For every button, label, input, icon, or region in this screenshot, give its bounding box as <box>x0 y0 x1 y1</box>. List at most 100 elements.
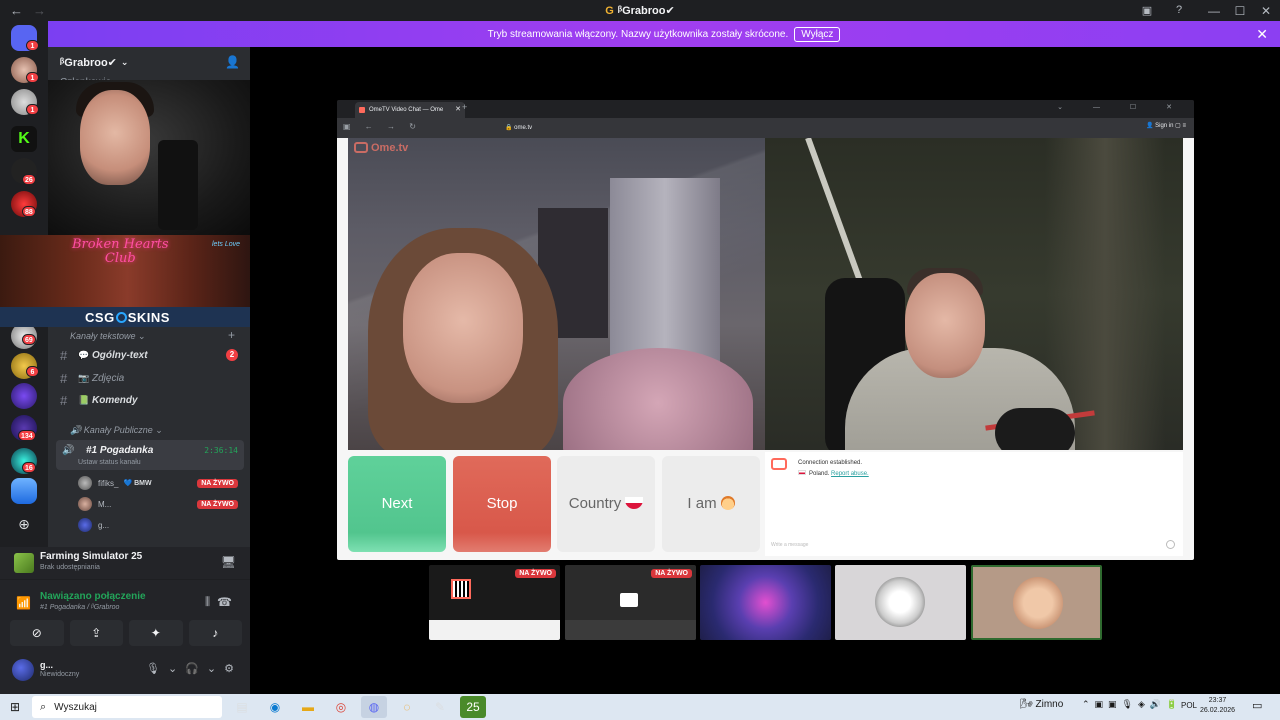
close-icon[interactable]: ✕ <box>1256 26 1268 43</box>
history-nav: ← → <box>10 3 46 18</box>
soundboard-button[interactable]: ♪ <box>188 620 242 646</box>
unread-badge: 1 <box>26 104 39 115</box>
inbox-icon[interactable]: ▣ <box>1138 4 1156 18</box>
voice-user[interactable]: fifiks_ 💙 BMW NA ŻYWO <box>78 474 244 492</box>
close-tab-icon[interactable]: ✕ <box>455 102 461 118</box>
voice-location[interactable]: #1 Pogadanka / ᵝGrabroo <box>40 604 119 611</box>
voice-channel-pogadanka[interactable]: 🔊 #1 Pogadanka 2:36:14 Ustaw status kana… <box>56 440 244 470</box>
activities-button[interactable]: ✦ <box>129 620 183 646</box>
soundboard-icon[interactable]: ⫼ <box>205 596 210 609</box>
screen-share-button[interactable]: ⇪ <box>69 620 123 646</box>
server-icon[interactable] <box>11 383 37 409</box>
pillow <box>563 348 753 450</box>
url-field[interactable]: 🔒 ome.tv <box>457 122 1017 134</box>
voice-channel-name: #1 Pogadanka <box>86 445 154 456</box>
user-name[interactable]: g... <box>40 660 53 670</box>
participant-tile[interactable] <box>835 565 966 640</box>
next-button[interactable]: Next <box>348 456 446 552</box>
country-button[interactable]: Country <box>557 456 655 552</box>
notification-icon[interactable]: ▭ <box>1252 699 1262 712</box>
camera-off-button[interactable]: ⊘ <box>10 620 64 646</box>
weather-widget[interactable]: 🌬 Zimno <box>1020 699 1063 710</box>
server-icon[interactable]: K <box>11 126 37 152</box>
user-panel: g... Niewidoczny 🎙 ⌄ 🎧 ⌄ ⚙ <box>0 651 250 694</box>
emoji-icon[interactable] <box>1166 540 1175 549</box>
participant-tile[interactable] <box>971 565 1102 640</box>
language-indicator[interactable]: POL <box>1181 701 1197 710</box>
browser-sign-in[interactable]: 👤 Sign in ▢ ≡ <box>1146 122 1186 129</box>
browser-tab-strip: OmeTV Video Chat — Ome ✕ + ⌄ — ☐ ✕ <box>337 100 1194 118</box>
gender-button[interactable]: I am <box>662 456 760 552</box>
category-text-channels[interactable]: Kanały tekstowe ⌄ + <box>70 328 235 342</box>
disconnect-icon[interactable]: ☎ <box>217 595 232 609</box>
gender-label: I am <box>687 495 717 512</box>
edge-icon[interactable]: ◉ <box>262 696 288 718</box>
report-abuse-link[interactable]: Report abuse. <box>831 471 869 477</box>
channel-ogolny-text[interactable]: # 💬 Ogólny-text 2 <box>56 345 244 365</box>
browser-address-bar: ▣ ← → ↻ 🔒 ome.tv 👤 Sign in ▢ ≡ <box>337 118 1194 138</box>
ometv-logo: Ome.tv <box>354 142 408 154</box>
server-header[interactable]: ᵝGrabroo✔ ⌄ 👤 <box>48 47 250 77</box>
streamer-mode-banner: Tryb streamowania włączony. Nazwy użytko… <box>48 21 1280 47</box>
farming-simulator-icon[interactable]: 25 <box>460 696 486 718</box>
channel-status-input[interactable]: Ustaw status kanału <box>78 459 141 466</box>
chrome-icon[interactable]: ◎ <box>328 696 354 718</box>
file-explorer-icon[interactable]: ▬ <box>295 696 321 718</box>
app-icon[interactable]: ◌ <box>394 696 420 718</box>
share-screen-icon[interactable]: 🖥 <box>221 555 236 569</box>
category-public-channels[interactable]: 🔊 Kanały Publiczne ⌄ <box>70 425 163 436</box>
channel-komendy[interactable]: # 📗 Komendy <box>56 390 244 410</box>
invite-icon[interactable]: 👤 <box>225 55 240 69</box>
stop-button[interactable]: Stop <box>453 456 551 552</box>
voice-user-name: M... <box>98 499 112 509</box>
chevron-down-icon[interactable]: ⌄ <box>207 662 216 675</box>
server-icon[interactable] <box>11 478 37 504</box>
stranger-video: Ome.tv <box>348 138 765 450</box>
headphones-icon[interactable]: 🎧 <box>185 662 199 675</box>
voice-action-buttons: ⊘ ⇪ ✦ ♪ <box>10 620 242 646</box>
avatar <box>78 476 92 490</box>
user-tag-text: BMW <box>134 480 152 487</box>
forward-arrow-icon[interactable]: → <box>33 3 46 18</box>
add-server-icon[interactable]: ⊕ <box>16 516 32 532</box>
country-label: Country <box>568 495 622 512</box>
avatar <box>78 497 92 511</box>
browser-tab[interactable]: OmeTV Video Chat — Ome ✕ <box>355 102 465 118</box>
taskbar-search[interactable]: ⌕ Wyszukaj <box>32 696 222 718</box>
neon-line2: Club <box>104 251 136 266</box>
minimize-button[interactable]: — <box>1202 4 1226 18</box>
logo-text: Ome.tv <box>371 142 409 154</box>
camera-icon: 📷 <box>78 372 90 383</box>
windows-start-icon[interactable]: ⊞ <box>0 700 30 714</box>
close-window-button[interactable]: ✕ <box>1254 4 1278 18</box>
participant-tile[interactable] <box>700 565 831 640</box>
help-icon[interactable]: ? <box>1170 4 1188 18</box>
browser-nav-icons[interactable]: ▣ ← → ↻ <box>343 122 422 131</box>
discord-icon[interactable]: ◍ <box>361 696 387 718</box>
add-channel-icon[interactable]: + <box>228 328 235 342</box>
voice-user[interactable]: g... <box>78 516 244 534</box>
notepad-icon[interactable]: ✎ <box>427 696 453 718</box>
stream-thumbnail[interactable]: NA ŻYWO <box>565 565 696 640</box>
avatar[interactable] <box>12 659 34 681</box>
system-tray-icons[interactable]: ⌃▣▣🎙◈🔊🔋 <box>1082 699 1182 710</box>
channel-zdjecia[interactable]: # 📷 Zdjęcia <box>56 368 244 388</box>
disable-streamer-mode-button[interactable]: Wyłącz <box>794 26 841 42</box>
settings-gear-icon[interactable]: ⚙ <box>224 662 234 675</box>
voice-timer: 2:36:14 <box>204 446 238 455</box>
stream-thumbnail[interactable]: NA ŻYWO <box>429 565 560 640</box>
maximize-button[interactable]: ☐ <box>1228 4 1252 18</box>
ometv-favicon-icon <box>359 107 365 113</box>
task-view-icon[interactable]: ▤ <box>229 696 255 718</box>
new-tab-icon[interactable]: + <box>462 102 467 112</box>
unread-badge: 6 <box>26 366 39 377</box>
chevron-down-icon[interactable]: ⌄ <box>168 662 177 675</box>
clock[interactable]: 23:37 26.02.2026 <box>1200 696 1235 716</box>
microphone-icon[interactable]: 🎙 <box>146 662 160 675</box>
signal-icon[interactable]: 📶 <box>16 596 31 610</box>
voice-user[interactable]: M... NA ŻYWO <box>78 495 244 513</box>
chat-input[interactable]: Write a message <box>771 542 808 548</box>
browser-window-controls[interactable]: ⌄ — ☐ ✕ <box>1057 103 1186 111</box>
webcam-face <box>80 90 150 185</box>
back-arrow-icon[interactable]: ← <box>10 3 23 18</box>
